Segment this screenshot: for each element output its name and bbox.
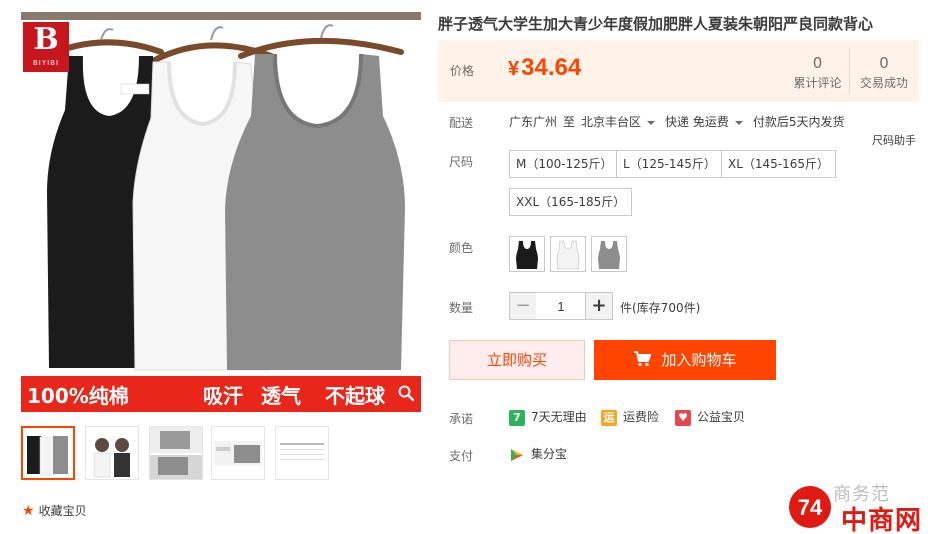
site-watermark: 商务范 74 中商网 — [783, 476, 928, 534]
banner-text-no-pilling: 不起球 — [325, 384, 385, 408]
feature-banner: 100%纯棉 吸汗 透气 不起球 — [21, 376, 421, 412]
thumbnail-4[interactable] — [211, 426, 265, 480]
sales-count: 0 — [879, 54, 889, 72]
payment-method[interactable]: 集分宝 — [509, 445, 567, 463]
color-option-gray[interactable] — [591, 236, 627, 272]
watermark-name: 中商网 — [841, 506, 923, 534]
add-to-cart-button[interactable]: 加入购物车 — [594, 340, 776, 380]
favorite-label: 收藏宝贝 — [38, 504, 87, 518]
dispatch-time: 付款后5天内发货 — [752, 115, 845, 129]
color-label: 颜色 — [449, 241, 474, 255]
quantity-label: 数量 — [449, 301, 474, 315]
thumbnail-fabric-image — [150, 427, 202, 479]
size-option-m[interactable]: M（100-125斤） — [509, 150, 620, 178]
seven-days-icon: 7 — [509, 409, 525, 426]
shipping-label: 配送 — [449, 116, 474, 130]
thumbnail-models-image — [93, 438, 130, 478]
sales-label: 交易成功 — [859, 76, 908, 90]
reviews-count: 0 — [812, 54, 823, 72]
charity-icon: ♥ — [675, 409, 691, 426]
payment-method-text: 集分宝 — [531, 447, 568, 461]
payment-label: 支付 — [449, 449, 474, 463]
promise-charity-text: 公益宝贝 — [697, 410, 746, 424]
thumbnail-tanks-image — [27, 436, 68, 476]
promise-seven-days[interactable]: 7 7天无理由 — [509, 408, 587, 426]
chevron-down-icon — [734, 120, 743, 125]
size-label: 尺码 — [449, 155, 474, 169]
cart-icon — [634, 351, 652, 367]
sales-stat: 0 交易成功 — [852, 40, 916, 102]
shipping-info: 广东广州至北京丰台区 快递 免运费 付款后5天内发货 — [509, 113, 845, 130]
size-option-l[interactable]: L（125-145斤） — [616, 150, 723, 178]
quantity-input[interactable] — [536, 292, 586, 320]
courier-selector[interactable]: 快递 免运费 — [665, 115, 753, 129]
thumbnail-size-chart-image — [280, 443, 324, 460]
ship-to-selector[interactable]: 北京丰台区 — [581, 115, 665, 129]
zoom-icon[interactable] — [397, 384, 415, 402]
price-value: ¥34.64 — [508, 54, 581, 82]
tank-tops-illustration — [38, 24, 405, 371]
favorite-link[interactable]: ★ 收藏宝贝 — [22, 502, 87, 520]
ship-from: 广东广州 — [509, 115, 558, 129]
stock-info: 件(库存700件) — [620, 301, 701, 315]
size-helper-link[interactable]: 尺码助手 — [872, 132, 916, 148]
reviews-label: 累计评论 — [793, 76, 842, 90]
color-option-black[interactable] — [509, 236, 545, 272]
thumbnail-2[interactable] — [85, 426, 139, 480]
color-swatch-gray — [598, 241, 620, 269]
add-to-cart-label: 加入购物车 — [661, 351, 737, 369]
courier: 快递 免运费 — [665, 115, 729, 129]
size-option-xl[interactable]: XL（145-165斤） — [721, 150, 837, 178]
promise-shipping-insurance[interactable]: 运运费险 — [601, 408, 659, 426]
quantity-increase-button[interactable]: + — [585, 292, 613, 320]
promise-label: 承诺 — [449, 412, 474, 426]
color-swatch-black — [516, 241, 538, 269]
watermark-logo-icon: 74 — [789, 486, 831, 528]
size-option-xxl[interactable]: XXL（165-185斤） — [509, 188, 633, 216]
shipping-insurance-icon: 运 — [601, 409, 617, 426]
promise-seven-days-text: 7天无理由 — [531, 410, 587, 424]
color-swatch-white — [556, 240, 580, 270]
reviews-stat[interactable]: 0 累计评论 — [786, 48, 850, 94]
price-amount: 34.64 — [521, 54, 582, 81]
banner-text-sweat: 吸汗 — [203, 384, 243, 408]
brand-logo: B BIYIBI — [23, 22, 69, 72]
chevron-down-icon — [647, 120, 656, 125]
product-title: 胖子透气大学生加大青少年度假加肥胖人夏装朱朝阳严良同款背心 — [438, 15, 874, 33]
thumbnail-1[interactable] — [21, 426, 75, 480]
jifenbao-icon — [511, 448, 523, 461]
thumbnail-detail-image — [214, 441, 262, 465]
ship-to: 北京丰台区 — [581, 115, 642, 129]
thumbnail-3[interactable] — [149, 426, 203, 480]
main-product-image[interactable]: B BIYIBI 100%纯棉 吸汗 透气 不起球 — [21, 12, 421, 412]
banner-text-breathable: 透气 — [261, 384, 301, 408]
quantity-decrease-button[interactable]: − — [509, 292, 537, 320]
color-option-white[interactable] — [550, 236, 586, 272]
ship-to-word: 至 — [563, 115, 576, 129]
svg-text:74: 74 — [798, 495, 823, 520]
price-label: 价格 — [450, 64, 475, 78]
promise-charity[interactable]: ♥ 公益宝贝 — [675, 408, 745, 426]
price-panel: 价格 ¥34.64 0 累计评论 0 交易成功 — [438, 40, 919, 102]
buy-now-button[interactable]: 立即购买 — [449, 340, 585, 380]
thumbnail-5[interactable] — [275, 426, 329, 480]
promise-shipping-insurance-text: 运费险 — [623, 410, 660, 424]
currency-symbol: ¥ — [508, 58, 520, 80]
star-icon: ★ — [22, 503, 35, 519]
banner-text-cotton: 100%纯棉 — [27, 384, 129, 408]
thumbnail-strip — [21, 426, 341, 480]
